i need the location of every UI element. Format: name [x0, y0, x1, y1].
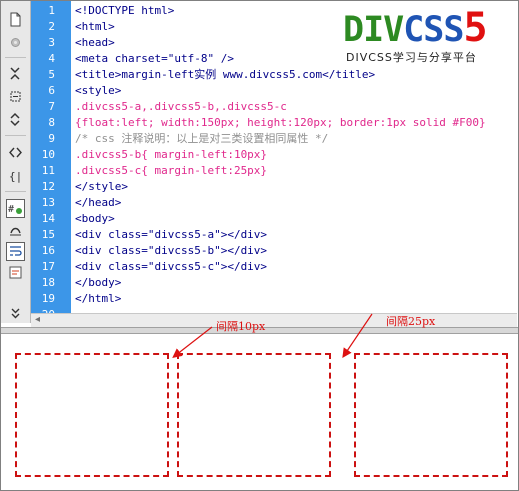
logo-wordmark: DIVCSS5	[343, 5, 488, 51]
code-line[interactable]: <style>	[75, 83, 121, 99]
line-number: 9	[48, 132, 55, 145]
collapse-full-tag-icon[interactable]	[7, 65, 24, 82]
line-number-gutter: 1234567891011121314151617181920	[31, 1, 71, 321]
div-box-c	[354, 353, 508, 477]
toolbar-separator	[5, 135, 26, 136]
line-number: 3	[48, 36, 55, 49]
code-line[interactable]: .divcss5-b{ margin-left:10px}	[75, 147, 267, 163]
syntax-coloring-icon[interactable]	[7, 264, 24, 281]
highlight-invalid-code-icon[interactable]	[7, 221, 24, 238]
balance-braces-icon[interactable]: {|}	[7, 167, 24, 184]
code-line[interactable]: {float:left; width:150px; height:120px; …	[75, 115, 486, 131]
gear-icon[interactable]	[7, 34, 24, 51]
code-line[interactable]: <div class="divcss5-b"></div>	[75, 243, 267, 259]
collapse-selection-icon[interactable]	[7, 88, 24, 105]
line-number: 6	[48, 84, 55, 97]
more-icon[interactable]	[7, 305, 24, 322]
line-number: 17	[41, 260, 55, 273]
code-line[interactable]: </body>	[75, 275, 121, 291]
line-number: 8	[48, 116, 55, 129]
line-number: 16	[41, 244, 55, 257]
line-number: 2	[48, 20, 55, 33]
code-line[interactable]: <body>	[75, 211, 115, 227]
code-line[interactable]: .divcss5-a,.divcss5-b,.divcss5-c	[75, 99, 287, 115]
svg-text:#: #	[8, 204, 14, 215]
div-box-b	[177, 353, 331, 477]
line-numbers-icon[interactable]: #	[6, 199, 25, 218]
file-icon[interactable]	[7, 11, 24, 28]
code-line[interactable]: </style>	[75, 179, 128, 195]
code-line[interactable]: <html>	[75, 19, 115, 35]
code-line[interactable]: <!DOCTYPE html>	[75, 3, 174, 19]
line-number: 11	[41, 164, 55, 177]
line-number: 7	[48, 100, 55, 113]
divcss5-logo: DIVCSS5 DIVCSS学习与分享平台	[343, 8, 508, 64]
select-parent-tag-icon[interactable]	[7, 144, 24, 161]
toolbar-separator	[5, 57, 26, 58]
horizontal-scrollbar[interactable]: ◂	[31, 313, 517, 327]
gap-10px-note: 间隔10px	[216, 320, 266, 333]
line-number: 12	[41, 180, 55, 193]
code-line[interactable]: </head>	[75, 195, 121, 211]
logo-subtitle: DIVCSS学习与分享平台	[346, 51, 477, 64]
line-number: 10	[41, 148, 55, 161]
toolbar-separator	[5, 191, 26, 192]
line-number: 19	[41, 292, 55, 305]
code-line[interactable]: </html>	[75, 291, 121, 307]
svg-text:{|}: {|}	[9, 170, 23, 183]
code-line[interactable]: <head>	[75, 35, 115, 51]
line-number: 4	[48, 52, 55, 65]
code-line[interactable]: <meta charset="utf-8" />	[75, 51, 234, 67]
expand-all-icon[interactable]	[7, 111, 24, 128]
line-number: 18	[41, 276, 55, 289]
code-line[interactable]: <title>margin-left实例 www.divcss5.com</ti…	[75, 67, 375, 83]
code-line[interactable]: <div class="divcss5-c"></div>	[75, 259, 267, 275]
gap-25px-note: 间隔25px	[386, 315, 436, 328]
line-number: 5	[48, 68, 55, 81]
line-number: 14	[41, 212, 55, 225]
code-line[interactable]: .divcss5-c{ margin-left:25px}	[75, 163, 267, 179]
line-number: 13	[41, 196, 55, 209]
scroll-left-arrow-icon[interactable]: ◂	[35, 314, 40, 325]
word-wrap-icon[interactable]	[6, 242, 25, 261]
div-box-a	[15, 353, 169, 477]
line-number: 1	[48, 4, 55, 17]
line-number: 15	[41, 228, 55, 241]
code-line[interactable]: /* css 注释说明：以上是对三类设置相同属性 */	[75, 131, 328, 147]
code-line[interactable]: <div class="divcss5-a"></div>	[75, 227, 267, 243]
